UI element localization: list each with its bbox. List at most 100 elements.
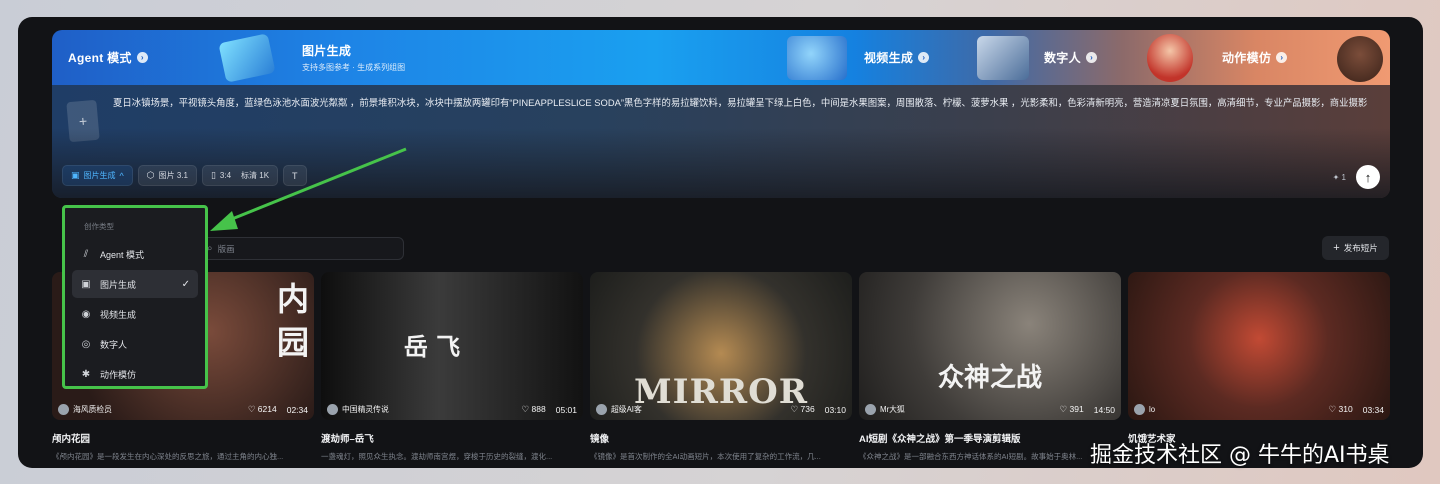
check-icon: ✓ xyxy=(181,278,190,290)
dropdown-item-label: 图片生成 xyxy=(100,279,137,290)
image-icon: ▣ xyxy=(81,278,91,290)
send-button[interactable]: ↑ xyxy=(1356,165,1380,189)
text-icon: T xyxy=(292,170,298,181)
dropdown-item-image-gen[interactable]: ▣ 图片生成 ✓ xyxy=(72,270,198,298)
plus-icon: + xyxy=(1333,242,1340,254)
aspect-ratio-icon: ▯ xyxy=(210,170,216,180)
send-area: ✦ 1 ↑ xyxy=(1333,165,1380,189)
creation-type-dropdown: 创作类型 ⫽ Agent 模式 ▣ 图片生成 ✓ ◉ 视频生成 ◎ 数字人 ✱ … xyxy=(62,205,208,389)
dropdown-item-motion[interactable]: ✱ 动作模仿 xyxy=(72,360,198,388)
quality-label: 标清 1K xyxy=(241,171,270,180)
card-thumbnail[interactable]: lo ♡ 310 03:34 xyxy=(1128,272,1390,420)
card-title: 渡劫师–岳飞 xyxy=(321,434,374,445)
image-icon: ▣ xyxy=(71,170,80,180)
prompt-input[interactable]: 夏日冰镇场景，平视镜头角度，蓝绿色泳池水面波光粼粼 ，前景堆积冰块，冰块中摆放两… xyxy=(113,96,1373,110)
model-label: 图片 3.1 xyxy=(158,171,188,180)
card-duration: 14:50 xyxy=(1093,404,1115,415)
dropdown-item-digital-human[interactable]: ◎ 数字人 xyxy=(72,330,198,358)
avatar xyxy=(596,404,607,415)
publish-label: 发布短片 xyxy=(1343,243,1378,253)
banner-image-gen-subtitle: 支持多图参考 · 生成系列组图 xyxy=(302,63,406,72)
card-likes[interactable]: ♡ 6214 xyxy=(248,404,277,415)
card-overlay-title: 众神之战 xyxy=(937,363,1042,393)
motion-illustration xyxy=(1147,34,1193,82)
card-title: 颅内花园 xyxy=(52,434,91,445)
credit-cost: ✦ 1 xyxy=(1332,172,1346,182)
video-gen-illustration xyxy=(787,36,847,80)
dropdown-item-label: Agent 模式 xyxy=(100,249,145,260)
card-description: 《众神之战》是一部融合东西方神话体系的AI短剧。故事始于奥林... xyxy=(859,452,1083,461)
avatar xyxy=(58,404,69,415)
banner-motion-label: 动作模仿 xyxy=(1222,51,1272,65)
card-description: 《镜像》是首次制作的全AI动画短片，本次使用了复杂的工作流，几... xyxy=(590,452,821,461)
chevron-right-icon: › xyxy=(918,52,930,63)
card-description: 《颅内花园》是一段发生在内心深处的反思之旅，通过主角的内心独... xyxy=(52,452,284,461)
card-meta: lo ♡ 310 03:34 xyxy=(1134,404,1384,415)
dropdown-item-label: 数字人 xyxy=(100,339,128,350)
avatar xyxy=(1134,404,1145,415)
arrow-up-icon: ↑ xyxy=(1364,169,1372,185)
annotation-arrow xyxy=(210,147,407,231)
prompt-toolbar: ▣ 图片生成 ^ ⬡ 图片 3.1 ▯ 3:4 标清 1K T xyxy=(62,165,307,186)
motion-icon: ✱ xyxy=(81,368,91,380)
card-duration: 02:34 xyxy=(286,404,308,415)
card-thumbnail[interactable]: 岳 飞 中国精灵传说 ♡ 888 05:01 xyxy=(321,272,583,420)
card-author: 超级AI客 xyxy=(611,405,642,414)
banner-video-label: 视频生成 xyxy=(864,51,914,65)
app-window: Agent 模式 › 图片生成 支持多图参考 · 生成系列组图 视频生成 › 数… xyxy=(18,17,1423,468)
card-likes[interactable]: ♡ 310 xyxy=(1329,404,1353,415)
card-likes[interactable]: ♡ 391 xyxy=(1060,404,1084,415)
card-thumbnail[interactable]: 众神之战 Mr大狐 ♡ 391 14:50 xyxy=(859,272,1121,420)
video-icon: ◉ xyxy=(81,308,91,320)
ratio-label: 3:4 xyxy=(219,171,232,180)
image-gen-illustration xyxy=(218,33,276,83)
showcase-grid: 内 园 海风质检员 ♡ 6214 02:34 颅内花园 《颅内花园》是一段发生在… xyxy=(52,272,1392,462)
card-likes[interactable]: ♡ 736 xyxy=(791,404,815,415)
digital-human-icon: ◎ xyxy=(81,338,91,350)
video-card[interactable]: MIRROR 超级AI客 ♡ 736 03:10 镜像 《镜像》是首次制作的全A… xyxy=(590,272,852,462)
banner-image-gen-title: 图片生成 xyxy=(302,44,352,58)
dropdown-item-label: 动作模仿 xyxy=(100,369,137,380)
watermark-text: 掘金技术社区 @ 牛牛的AI书桌 xyxy=(1090,443,1390,468)
ratio-quality-selector[interactable]: ▯ 3:4 标清 1K xyxy=(201,165,279,186)
prompt-panel: + 夏日冰镇场景，平视镜头角度，蓝绿色泳池水面波光粼粼 ，前景堆积冰块，冰块中摆… xyxy=(52,85,1390,198)
banner-image-gen[interactable]: 图片生成 支持多图参考 · 生成系列组图 xyxy=(302,30,405,85)
dropdown-header: 创作类型 xyxy=(84,222,114,231)
card-duration: 05:01 xyxy=(555,404,577,415)
chevron-right-icon: › xyxy=(1085,52,1097,63)
video-card[interactable]: 岳 飞 中国精灵传说 ♡ 888 05:01 渡劫师–岳飞 一盏魂灯，照见众生执… xyxy=(321,272,583,462)
model-selector[interactable]: ⬡ 图片 3.1 xyxy=(137,165,197,186)
banner-motion[interactable]: 动作模仿 › xyxy=(1222,30,1288,85)
avatar xyxy=(865,404,876,415)
card-likes[interactable]: ♡ 888 xyxy=(522,404,546,415)
banner-video-gen[interactable]: 视频生成 › xyxy=(864,30,930,85)
card-title: 镜像 xyxy=(590,434,610,445)
mode-label: 图片生成 xyxy=(83,171,116,180)
text-style-button[interactable]: T xyxy=(283,165,307,186)
digital-human-illustration xyxy=(977,36,1029,80)
mode-selector[interactable]: ▣ 图片生成 ^ xyxy=(62,165,133,186)
reference-image-upload[interactable]: + xyxy=(66,99,100,143)
creation-type-banner: Agent 模式 › 图片生成 支持多图参考 · 生成系列组图 视频生成 › 数… xyxy=(52,30,1390,85)
motion-portrait-illustration xyxy=(1337,36,1383,82)
card-meta: 超级AI客 ♡ 736 03:10 xyxy=(596,404,846,415)
chevron-right-icon: › xyxy=(1276,52,1288,63)
publish-short-button[interactable]: + 发布短片 xyxy=(1322,236,1389,260)
card-duration: 03:34 xyxy=(1362,404,1384,415)
card-author: lo xyxy=(1149,405,1156,414)
dropdown-item-agent[interactable]: ⫽ Agent 模式 xyxy=(72,240,198,268)
card-overlay-title: 岳 飞 xyxy=(403,332,461,361)
video-card[interactable]: lo ♡ 310 03:34 饥饿艺术家 xyxy=(1128,272,1390,451)
dropdown-item-label: 视频生成 xyxy=(100,309,137,320)
cube-icon: ⬡ xyxy=(146,170,155,180)
chevron-up-icon: ^ xyxy=(119,170,124,181)
card-thumbnail[interactable]: MIRROR 超级AI客 ♡ 736 03:10 xyxy=(590,272,852,420)
banner-agent-mode[interactable]: Agent 模式 › xyxy=(68,30,148,85)
video-card[interactable]: 众神之战 Mr大狐 ♡ 391 14:50 AI短剧《众神之战》第一季导演剪辑版… xyxy=(859,272,1121,462)
plus-icon: + xyxy=(78,112,88,130)
card-author: Mr大狐 xyxy=(880,405,905,414)
card-duration: 03:10 xyxy=(824,404,846,415)
avatar xyxy=(327,404,338,415)
banner-digital-human[interactable]: 数字人 › xyxy=(1044,30,1097,85)
dropdown-item-video-gen[interactable]: ◉ 视频生成 xyxy=(72,300,198,328)
